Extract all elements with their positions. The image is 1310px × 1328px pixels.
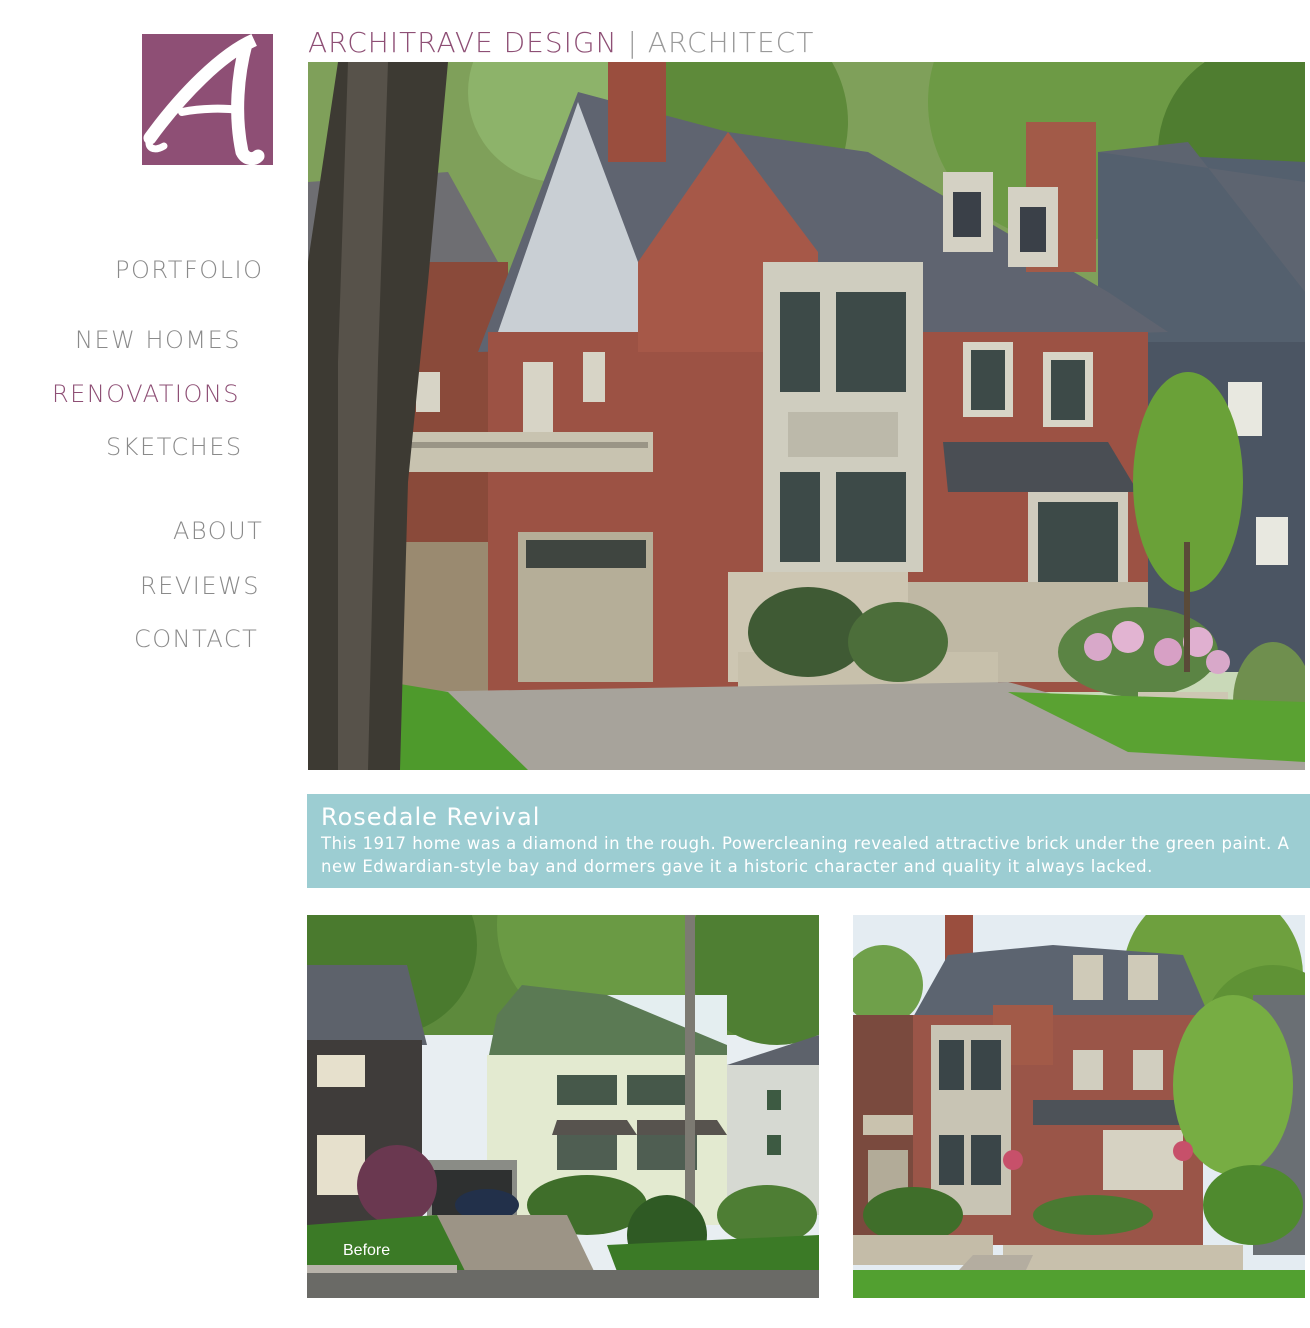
- nav-reviews[interactable]: REVIEWS: [140, 572, 260, 600]
- brand-name[interactable]: ARCHITRAVE DESIGN: [308, 26, 618, 59]
- brand-role: ARCHITECT: [647, 26, 815, 59]
- nav-portfolio[interactable]: PORTFOLIO: [115, 256, 264, 284]
- after-photo[interactable]: [853, 915, 1305, 1298]
- house-after-small-image: [853, 915, 1305, 1298]
- hero-photo[interactable]: [308, 62, 1305, 770]
- project-description: This 1917 home was a diamond in the roug…: [321, 834, 1290, 876]
- project-caption: Rosedale Revival This 1917 home was a di…: [307, 794, 1310, 888]
- logo-letter-a-icon: [142, 34, 273, 165]
- nav-new-homes[interactable]: NEW HOMES: [75, 326, 241, 354]
- title-separator: |: [627, 26, 638, 59]
- house-before-image: [307, 915, 819, 1298]
- site-title: ARCHITRAVE DESIGN | ARCHITECT: [308, 26, 814, 59]
- house-after-image: [308, 62, 1305, 770]
- nav-renovations[interactable]: RENOVATIONS: [52, 380, 240, 408]
- project-title: Rosedale Revival: [321, 803, 541, 831]
- nav-about[interactable]: ABOUT: [173, 517, 263, 545]
- before-photo[interactable]: Before: [307, 915, 819, 1298]
- nav-contact[interactable]: CONTACT: [134, 625, 258, 653]
- logo[interactable]: [142, 34, 273, 165]
- nav-sketches[interactable]: SKETCHES: [106, 433, 243, 461]
- before-label: Before: [343, 1242, 391, 1259]
